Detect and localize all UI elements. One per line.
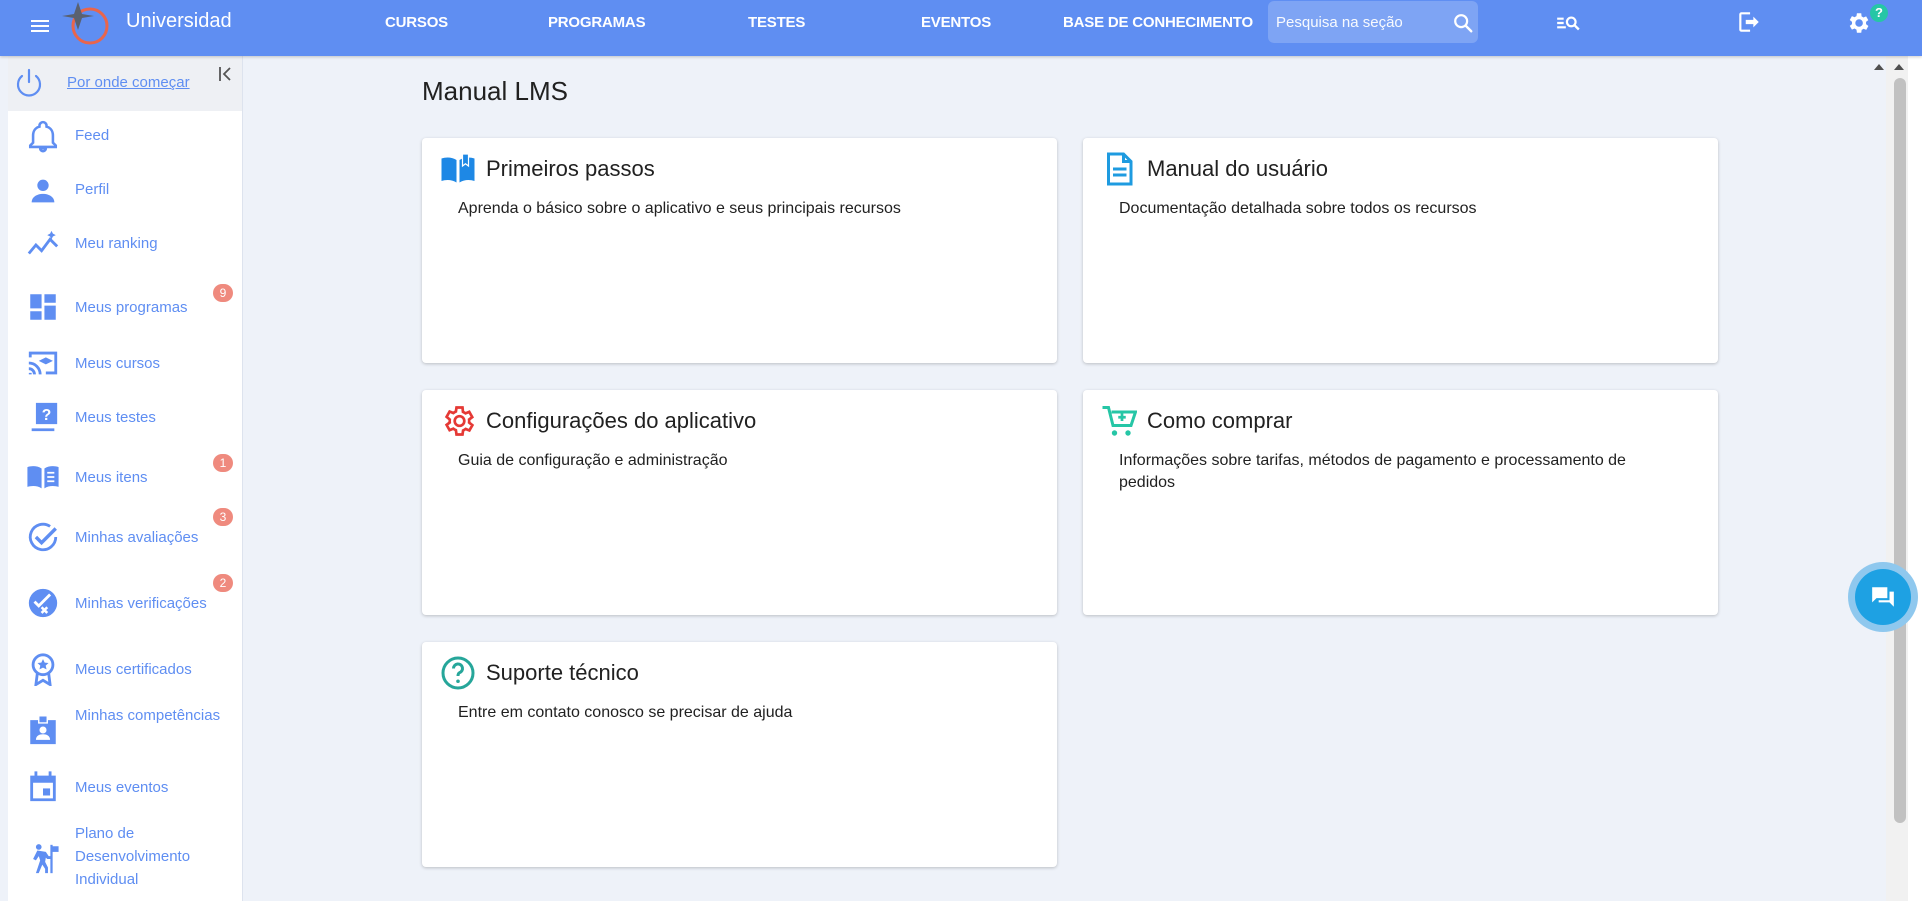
sidebar-item-label: Minhas verificações [75,595,207,612]
start-row: Por onde começar [8,56,242,111]
badge-icon [30,715,56,745]
window-edge [1908,0,1922,901]
scroll-up-arrow-icon[interactable] [1872,60,1886,74]
sidebar-item-label: Feed [75,127,110,144]
card-suporte-tecnico[interactable]: Suporte técnico Entre em contato conosco… [422,642,1057,867]
sidebar-item-label: Meus testes [75,409,156,426]
card-description: Documentação detalhada sobre todos os re… [1119,200,1477,217]
sidebar-item-perfil[interactable]: Perfil [8,174,242,214]
chat-button[interactable] [1848,562,1918,632]
card-configuracoes-do-aplicativo[interactable]: Configurações do aplicativo Guia de conf… [422,390,1057,615]
verification-icon [28,588,58,618]
sidebar: Por onde começar Feed Perfil Meu ranking… [8,56,243,901]
sidebar-item-label: Minhas competências [75,707,221,724]
sidebar-item-label: Meus itens [75,469,148,486]
sidebar-item-label: Meus cursos [75,355,161,372]
open-book-icon [441,153,475,183]
sidebar-item-label: Minhas avaliações [75,529,199,546]
sidebar-item-meus-cursos[interactable]: Meus cursos [8,346,242,386]
svg-text:?: ? [42,407,52,424]
quiz-icon: ? [28,402,58,432]
chat-button-inner [1855,569,1911,625]
notification-badge: 1 [213,454,233,472]
sidebar-item-minhas-competencias[interactable]: Minhas competências [8,704,242,756]
card-description: Aprenda o básico sobre o aplicativo e se… [458,200,901,217]
collapse-sidebar-icon[interactable] [216,64,236,84]
sidebar-item-meu-ranking[interactable]: Meu ranking [8,228,242,268]
card-title: Primeiros passos [486,156,655,181]
search-input[interactable] [1276,11,1436,33]
cart-icon [1102,406,1137,436]
chat-icon [1872,587,1894,607]
bell-icon [28,120,58,153]
sidebar-item-meus-testes[interactable]: ? Meus testes [8,400,242,440]
card-description: Entre em contato conosco se precisar de … [458,704,793,721]
sidebar-item-meus-eventos[interactable]: Meus eventos [8,770,242,810]
card-title: Configurações do aplicativo [486,408,757,433]
nav-eventos[interactable]: EVENTOS [921,14,991,31]
scroll-up-arrow-icon[interactable] [1892,60,1906,74]
help-circle-icon [441,656,475,690]
nav-cursos[interactable]: CURSOS [385,14,448,31]
power-icon [16,68,42,97]
notification-badge: 2 [213,574,233,592]
card-title: Suporte técnico [486,660,639,685]
gear-icon[interactable] [1845,10,1871,36]
nav-base-de-conhecimento[interactable]: BASE DE CONHECIMENTO [1063,14,1253,31]
card-primeiros-passos[interactable]: Primeiros passos Aprenda o básico sobre … [422,138,1057,363]
brand-name[interactable]: Universidad [126,10,232,33]
sidebar-item-label: Plano de Desenvolvimento Individual [75,825,191,888]
sidebar-item-meus-itens[interactable]: Meus itens 1 [8,454,242,504]
sidebar-item-minhas-verificacoes[interactable]: Minhas verificações 2 [8,574,242,630]
card-description: Guia de configuração e administração [458,452,728,469]
dashboard-icon [30,294,56,320]
calendar-icon [30,771,56,802]
notification-badge: 3 [213,508,233,526]
book-icon [27,466,59,489]
sidebar-item-feed[interactable]: Feed [8,120,242,160]
cast-education-icon [28,351,58,375]
help-badge[interactable]: ? [1870,4,1888,22]
card-title: Como comprar [1147,408,1293,433]
search-icon[interactable] [1452,12,1474,34]
logout-icon[interactable] [1736,9,1762,35]
check-circle-icon [28,522,58,552]
nav-programas[interactable]: PROGRAMAS [548,14,646,31]
nav-testes[interactable]: TESTES [748,14,805,31]
sidebar-item-label: Meus programas [75,299,188,316]
menu-icon[interactable] [28,14,52,38]
ranking-icon [27,230,59,255]
card-description: Informações sobre tarifas, métodos de pa… [1119,452,1626,491]
notification-badge: 9 [213,284,233,302]
scrollbar-thumb[interactable] [1894,78,1906,823]
sidebar-item-label: Meu ranking [75,235,158,252]
sidebar-item-minhas-avaliacoes[interactable]: Minhas avaliações 3 [8,508,242,564]
sidebar-item-plano-de-desenvolvimento-individual[interactable]: Plano de Desenvolvimento Individual [8,822,242,896]
card-manual-do-usuario[interactable]: Manual do usuário Documentação detalhada… [1083,138,1718,363]
card-title: Manual do usuário [1147,156,1329,181]
sidebar-item-meus-certificados[interactable]: Meus certificados [8,646,242,696]
card-como-comprar[interactable]: Como comprar Informações sobre tarifas, … [1083,390,1718,615]
top-bar: Universidad CURSOS PROGRAMAS TESTES EVEN… [0,0,1922,56]
person-icon [31,179,55,203]
sidebar-item-label: Perfil [75,181,110,198]
hiker-icon [33,844,59,874]
logo-icon [62,2,109,45]
sidebar-item-label: Meus certificados [75,661,192,678]
gear-icon [444,406,475,436]
award-icon [31,653,55,686]
sidebar-item-label: Meus eventos [75,779,169,796]
sidebar-item-meus-programas[interactable]: Meus programas 9 [8,284,242,334]
document-icon [1107,152,1133,186]
search-box [1268,1,1478,43]
start-link[interactable]: Por onde começar [67,74,190,91]
advanced-search-icon[interactable] [1555,10,1581,36]
page-title: Manual LMS [422,76,568,106]
